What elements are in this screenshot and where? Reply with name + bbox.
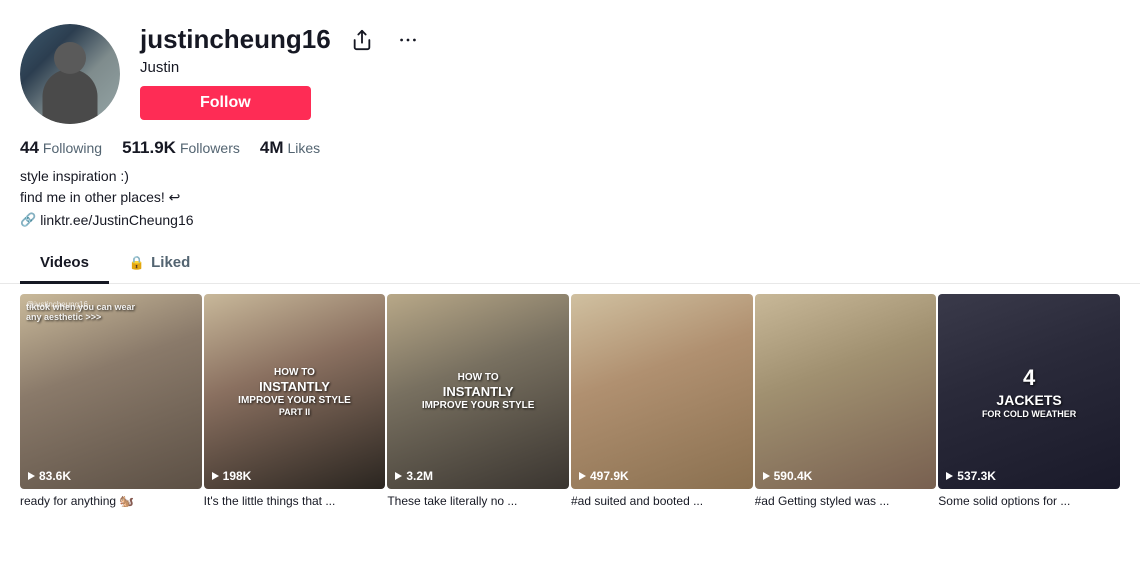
video-thumbnail: 497.9K: [571, 294, 753, 489]
video-thumbnail: 4 JACKETS FOR COLD WEATHER 537.3K: [938, 294, 1120, 489]
followers-count: 511.9K: [122, 138, 176, 158]
videos-grid: tiktok when you can wear any aesthetic >…: [0, 284, 1140, 508]
lock-icon: 🔒: [129, 255, 145, 271]
profile-link[interactable]: linktr.ee/JustinCheung16: [40, 212, 193, 228]
more-options-button[interactable]: [393, 25, 423, 55]
video-title: It's the little things that ...: [204, 494, 386, 508]
video-play-count: 83.6K: [26, 469, 71, 483]
following-count: 44: [20, 138, 39, 158]
likes-count: 4M: [260, 138, 284, 158]
following-label: Following: [43, 140, 102, 156]
video-thumbnail: 590.4K: [755, 294, 937, 489]
video-card[interactable]: 497.9K #ad suited and booted ...: [571, 294, 753, 508]
stats-section: 44 Following 511.9K Followers 4M Likes: [0, 124, 1140, 158]
tab-videos[interactable]: Videos: [20, 244, 109, 284]
tab-videos-label: Videos: [40, 254, 89, 271]
bio-line-2: find me in other places! ↩: [20, 187, 1120, 208]
profile-header: justincheung16 Justin Follow: [0, 0, 1140, 124]
profile-info: justincheung16 Justin Follow: [140, 24, 1120, 120]
video-thumbnail: tiktok when you can wear any aesthetic >…: [20, 294, 202, 489]
share-button[interactable]: [347, 25, 377, 55]
video-title: #ad suited and booted ...: [571, 494, 753, 508]
video-card[interactable]: HOW TO INSTANTLY IMPROVE YOUR STYLE 3.2M…: [387, 294, 569, 508]
likes-stat[interactable]: 4M Likes: [260, 138, 320, 158]
follow-button[interactable]: Follow: [140, 86, 311, 120]
bio-line-1: style inspiration :): [20, 166, 1120, 187]
tab-liked[interactable]: 🔒 Liked: [109, 244, 210, 284]
video-title: Some solid options for ...: [938, 494, 1120, 508]
video-play-count: 3.2M: [393, 469, 433, 483]
video-play-count: 590.4K: [761, 469, 813, 483]
video-play-count: 198K: [210, 469, 252, 483]
following-stat[interactable]: 44 Following: [20, 138, 102, 158]
video-title: These take literally no ...: [387, 494, 569, 508]
tab-liked-label: Liked: [151, 254, 190, 271]
video-card[interactable]: HOW TO INSTANTLY IMPROVE YOUR STYLE PART…: [204, 294, 386, 508]
username-row: justincheung16: [140, 24, 1120, 55]
video-card[interactable]: 590.4K #ad Getting styled was ...: [755, 294, 937, 508]
video-title: ready for anything 🐿️: [20, 494, 202, 508]
video-play-count: 497.9K: [577, 469, 629, 483]
followers-label: Followers: [180, 140, 240, 156]
watermark: @justincheung16: [26, 300, 88, 310]
followers-stat[interactable]: 511.9K Followers: [122, 138, 240, 158]
video-card[interactable]: tiktok when you can wear any aesthetic >…: [20, 294, 202, 508]
link-icon: 🔗: [20, 212, 36, 228]
video-thumbnail: HOW TO INSTANTLY IMPROVE YOUR STYLE PART…: [204, 294, 386, 489]
video-thumbnail: HOW TO INSTANTLY IMPROVE YOUR STYLE 3.2M: [387, 294, 569, 489]
video-title: #ad Getting styled was ...: [755, 494, 937, 508]
link-section: 🔗 linktr.ee/JustinCheung16: [0, 208, 1140, 228]
display-name: Justin: [140, 59, 1120, 76]
video-play-count: 537.3K: [944, 469, 996, 483]
bio-section: style inspiration :) find me in other pl…: [0, 158, 1140, 208]
video-card[interactable]: 4 JACKETS FOR COLD WEATHER 537.3K Some s…: [938, 294, 1120, 508]
avatar: [20, 24, 120, 124]
username: justincheung16: [140, 24, 331, 55]
tabs-section: Videos 🔒 Liked: [0, 228, 1140, 284]
likes-label: Likes: [287, 140, 320, 156]
